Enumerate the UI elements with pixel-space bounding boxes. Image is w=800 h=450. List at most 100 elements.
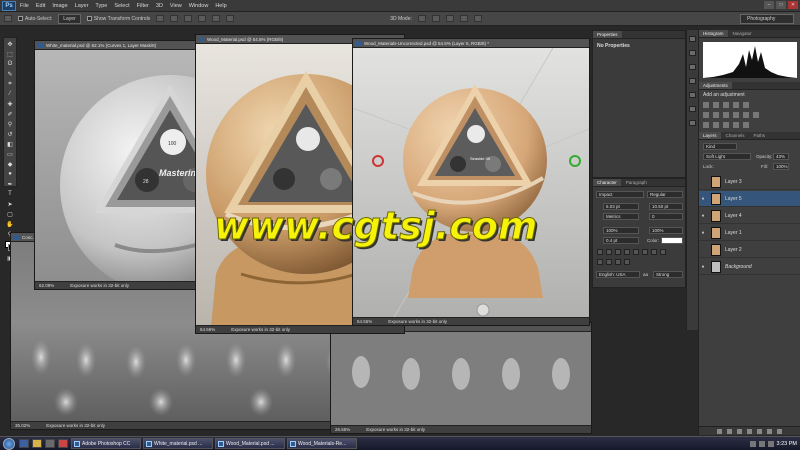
move-tool-icon[interactable]: ✥	[6, 41, 15, 48]
leading-field[interactable]: 10.50 pt	[649, 203, 683, 210]
zoom-level[interactable]: 35.02%	[15, 423, 30, 428]
menu-view[interactable]: View	[170, 3, 182, 9]
fraction-icon[interactable]	[624, 259, 630, 265]
selective-color-icon[interactable]	[733, 122, 739, 128]
clock[interactable]: 3:23 PM	[777, 441, 797, 447]
type-tool-icon[interactable]: T	[6, 191, 15, 197]
tab-navigator[interactable]: Navigator	[729, 30, 756, 37]
tab-properties[interactable]: Properties	[593, 31, 622, 38]
3d-pan-icon[interactable]	[445, 15, 454, 22]
visibility-toggle-icon[interactable]: ●	[699, 196, 707, 202]
document-window-wood-uncorrected[interactable]: Wood_Materials-Uncorrected.psd @ 54.5% (…	[352, 38, 590, 326]
vibrance-icon[interactable]	[743, 102, 749, 108]
layer-row[interactable]: ● Background	[699, 259, 800, 275]
channel-mixer-icon[interactable]	[743, 112, 749, 118]
zoom-level[interactable]: 54.55%	[357, 319, 372, 324]
invert-icon[interactable]	[703, 122, 709, 128]
history-brush-tool-icon[interactable]: ↺	[6, 131, 15, 138]
media-icon[interactable]	[45, 439, 55, 448]
strikethrough-icon[interactable]	[660, 249, 666, 255]
layer-row[interactable]: ● Layer 4	[699, 208, 800, 224]
eraser-tool-icon[interactable]: ◧	[6, 141, 15, 148]
layer-row[interactable]: Layer 3	[699, 174, 800, 190]
ie-icon[interactable]	[19, 439, 29, 448]
dodge-tool-icon[interactable]: ●	[6, 171, 15, 177]
document-canvas[interactable]: Seaside 05	[353, 48, 589, 317]
marquee-tool-icon[interactable]: ⬚	[6, 51, 15, 58]
minimize-icon[interactable]: –	[764, 1, 774, 9]
font-style-select[interactable]: Regular	[647, 191, 683, 198]
tab-character[interactable]: Character	[593, 179, 621, 186]
menu-select[interactable]: Select	[114, 3, 129, 9]
add-mask-icon[interactable]	[737, 428, 742, 434]
new-adjustment-icon[interactable]	[747, 428, 752, 434]
align-left-icon[interactable]	[198, 15, 207, 22]
delete-layer-icon[interactable]	[777, 428, 782, 434]
tracking-field[interactable]: 0	[649, 213, 683, 220]
layer-filter-select[interactable]: Kind	[703, 143, 737, 150]
align-bottom-icon[interactable]	[184, 15, 193, 22]
document-titlebar[interactable]: Wood_Materials-Uncorrected.psd @ 54.5% (…	[353, 39, 589, 48]
info-panel-icon[interactable]	[689, 120, 696, 126]
app-icon[interactable]	[58, 439, 68, 448]
menu-file[interactable]: File	[20, 3, 29, 9]
tab-channels[interactable]: Channels	[722, 132, 749, 139]
tab-paths[interactable]: Paths	[750, 132, 770, 139]
menu-type[interactable]: Type	[95, 3, 107, 9]
lasso-tool-icon[interactable]: ʘ	[6, 61, 15, 67]
taskbar-item-wood-material[interactable]: Wood_Material.psd ...	[215, 438, 285, 449]
start-button-icon[interactable]	[3, 437, 15, 450]
menu-edit[interactable]: Edit	[36, 3, 45, 9]
blend-mode-select[interactable]: Soft Light	[703, 153, 751, 160]
tab-paragraph[interactable]: Paragraph	[622, 179, 651, 186]
faux-bold-icon[interactable]	[597, 249, 603, 255]
tab-histogram[interactable]: Histogram	[699, 30, 728, 37]
taskbar-item-wood-materials-re[interactable]: Wood_Materials-Re...	[287, 438, 357, 449]
visibility-toggle-icon[interactable]: ●	[699, 264, 707, 270]
photo-filter-icon[interactable]	[733, 112, 739, 118]
clone-stamp-tool-icon[interactable]: ⚲	[6, 121, 15, 128]
history-panel-icon[interactable]	[689, 36, 696, 42]
font-size-field[interactable]: 5.03 pt	[603, 203, 639, 210]
align-center-icon[interactable]	[212, 15, 221, 22]
auto-select-checkbox[interactable]: Auto-Select:	[18, 16, 52, 22]
align-top-icon[interactable]	[156, 15, 165, 22]
baseline-shift-field[interactable]: 0.4 pt	[603, 237, 639, 244]
3d-rotate-icon[interactable]	[417, 15, 426, 22]
align-middle-icon[interactable]	[170, 15, 179, 22]
new-layer-icon[interactable]	[767, 428, 772, 434]
zoom-level[interactable]: 62.09%	[39, 283, 54, 288]
curves-icon[interactable]	[723, 102, 729, 108]
layer-row[interactable]: ● Layer 1	[699, 225, 800, 241]
close-icon[interactable]: ✕	[788, 1, 798, 9]
menu-image[interactable]: Image	[52, 3, 67, 9]
brush-tool-icon[interactable]: ✐	[6, 111, 15, 118]
hand-tool-icon[interactable]: ✋	[6, 221, 15, 228]
superscript-icon[interactable]	[633, 249, 639, 255]
eyedropper-tool-icon[interactable]: ⁄	[6, 91, 15, 97]
vertical-scale-field[interactable]: 100%	[603, 227, 639, 234]
healing-tool-icon[interactable]: ✚	[6, 101, 15, 108]
menu-filter[interactable]: Filter	[137, 3, 149, 9]
crop-tool-icon[interactable]: ⌗	[6, 81, 15, 87]
font-family-select[interactable]: Impact	[596, 191, 644, 198]
opacity-field[interactable]: 43%	[773, 153, 789, 160]
threshold-icon[interactable]	[723, 122, 729, 128]
kerning-select[interactable]: Metrics	[603, 213, 639, 220]
actions-panel-icon[interactable]	[689, 50, 696, 56]
layer-row[interactable]: Layer 2	[699, 242, 800, 258]
small-caps-icon[interactable]	[624, 249, 630, 255]
brightness-contrast-icon[interactable]	[703, 102, 709, 108]
new-group-icon[interactable]	[757, 428, 762, 434]
3d-scale-icon[interactable]	[473, 15, 482, 22]
zoom-level[interactable]: 26.55%	[335, 427, 350, 432]
menu-layer[interactable]: Layer	[75, 3, 89, 9]
3d-slide-icon[interactable]	[459, 15, 468, 22]
text-color-swatch[interactable]	[661, 237, 683, 244]
clone-source-panel-icon[interactable]	[689, 78, 696, 84]
brush-panel-icon[interactable]	[689, 64, 696, 70]
gradient-tool-icon[interactable]: ▭	[6, 151, 15, 158]
taskbar-item-white-material[interactable]: White_material.psd ...	[143, 438, 213, 449]
path-select-tool-icon[interactable]: ➤	[6, 201, 15, 208]
menu-help[interactable]: Help	[215, 3, 226, 9]
